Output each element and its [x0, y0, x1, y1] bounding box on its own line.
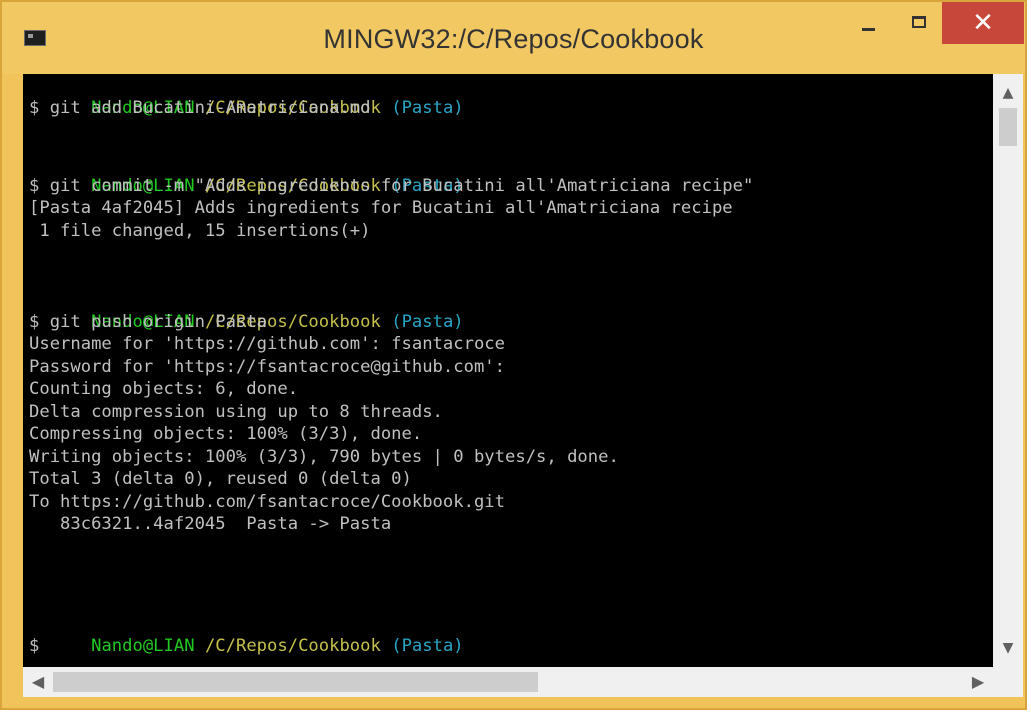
close-button[interactable]: ✕ — [942, 2, 1024, 44]
maximize-button[interactable] — [896, 2, 942, 42]
output-line: Total 3 (delta 0), reused 0 (delta 0) — [29, 469, 412, 489]
terminal-output[interactable]: Nando@LIAN /C/Repos/Cookbook (Pasta) $ g… — [23, 74, 993, 667]
prompt-user: Nando@LIAN — [91, 635, 195, 656]
prompt-path: /C/Repos/Cookbook — [204, 635, 381, 656]
command-line: $ git add Bucatini-Amatriciana.md — [29, 97, 371, 118]
output-line: [Pasta 4af2045] Adds ingredients for Buc… — [29, 198, 733, 218]
minimize-button[interactable] — [840, 2, 896, 42]
output-line: 83c6321..4af2045 Pasta -> Pasta — [29, 514, 392, 534]
prompt-branch: (Pasta) — [391, 635, 464, 656]
command-line: $ git commit -m "Adds ingredients for Bu… — [29, 175, 754, 196]
output-line: Counting objects: 6, done. — [29, 379, 299, 399]
maximize-icon — [912, 16, 926, 28]
scroll-right-icon[interactable]: ▶ — [963, 667, 993, 697]
horizontal-scrollbar[interactable]: ◀ ▶ — [23, 667, 993, 697]
output-line: 1 file changed, 15 insertions(+) — [29, 220, 371, 241]
minimize-icon — [861, 27, 875, 31]
output-line: Username for 'https://github.com': fsant… — [29, 334, 505, 354]
output-line: Compressing objects: 100% (3/3), done. — [29, 424, 423, 444]
command-line: $ — [29, 635, 40, 656]
vertical-scrollbar[interactable]: ▲ ▼ — [993, 74, 1023, 667]
output-line: Writing objects: 100% (3/3), 790 bytes |… — [29, 446, 619, 467]
scroll-left-icon[interactable]: ◀ — [23, 667, 53, 697]
prompt-branch: (Pasta) — [391, 97, 464, 118]
terminal-window: MINGW32:/C/Repos/Cookbook ✕ Nando@LIAN /… — [0, 0, 1027, 710]
output-line: To https://github.com/fsantacroce/Cookbo… — [29, 491, 505, 512]
horizontal-scroll-thumb[interactable] — [53, 672, 538, 692]
title-bar[interactable]: MINGW32:/C/Repos/Cookbook ✕ — [2, 2, 1025, 74]
prompt-branch: (Pasta) — [391, 311, 464, 332]
close-icon: ✕ — [972, 8, 994, 38]
command-line: $ git push origin Pasta — [29, 311, 267, 332]
scroll-down-icon[interactable]: ▼ — [993, 635, 1023, 661]
vertical-scroll-thumb[interactable] — [999, 108, 1017, 146]
resize-grip-icon[interactable] — [993, 667, 1023, 697]
prompt-line: Nando@LIAN /C/Repos/Cookbook (Pasta) — [29, 612, 464, 667]
output-line: Delta compression using up to 8 threads. — [29, 401, 443, 422]
scroll-up-icon[interactable]: ▲ — [993, 80, 1023, 106]
output-line: Password for 'https://fsantacroce@github… — [29, 356, 505, 377]
